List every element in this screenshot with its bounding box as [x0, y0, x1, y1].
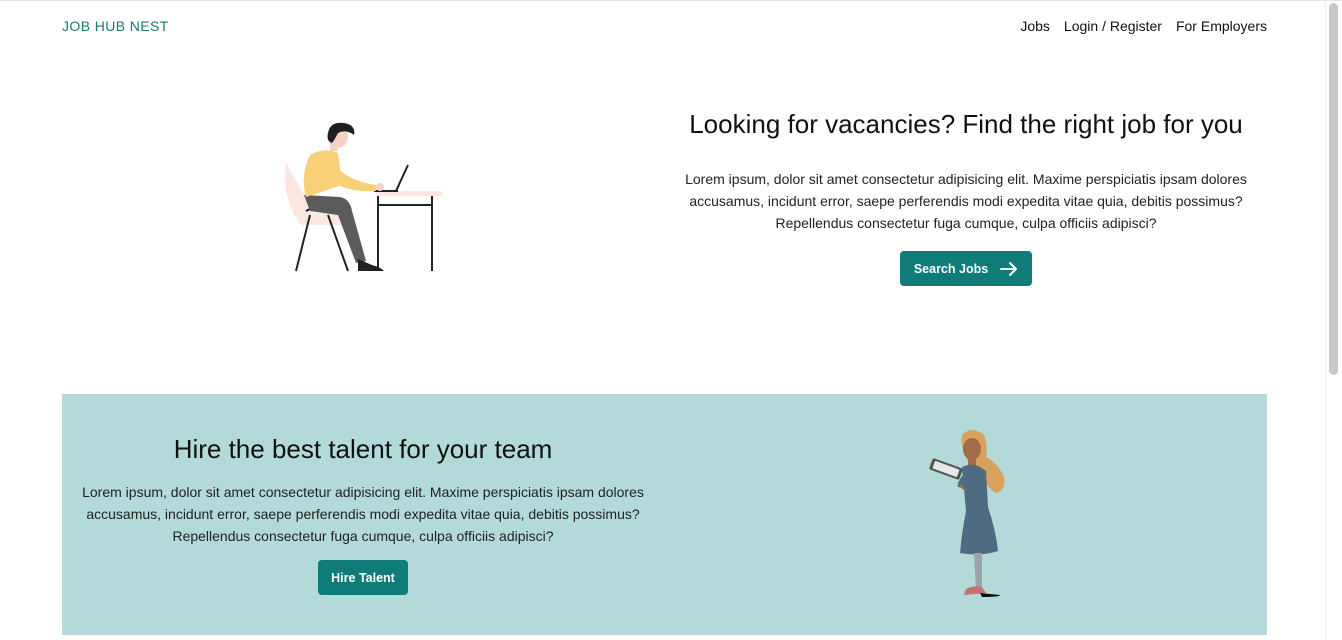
- nav-jobs[interactable]: Jobs: [1020, 18, 1050, 34]
- hire-description: Lorem ipsum, dolor sit amet consectetur …: [82, 484, 644, 544]
- scrollbar-thumb[interactable]: [1329, 3, 1338, 375]
- hire-talent-label: Hire Talent: [331, 570, 395, 585]
- main-nav: Jobs Login / Register For Employers: [1020, 18, 1267, 34]
- brand-logo[interactable]: JOB HUB NEST: [62, 18, 169, 34]
- hire-talent-button[interactable]: Hire Talent: [318, 560, 408, 595]
- arrow-right-icon: [1000, 261, 1018, 276]
- nav-for-employers[interactable]: For Employers: [1176, 18, 1267, 34]
- person-at-laptop-illustration: [285, 122, 442, 272]
- search-jobs-label: Search Jobs: [913, 261, 989, 276]
- hero-title: Looking for vacancies? Find the right jo…: [689, 109, 1243, 139]
- hero-description: Lorem ipsum, dolor sit amet consectetur …: [685, 171, 1247, 231]
- nav-login-register[interactable]: Login / Register: [1064, 18, 1162, 34]
- hero-section: Looking for vacancies? Find the right jo…: [660, 109, 1272, 234]
- search-jobs-button[interactable]: Search Jobs: [900, 251, 1032, 286]
- hire-talent-section: Hire the best talent for your team Lorem…: [62, 394, 1267, 635]
- woman-with-tablet-illustration: [929, 430, 1005, 597]
- hire-title: Hire the best talent for your team: [173, 434, 553, 464]
- page-scrollbar[interactable]: [1325, 1, 1342, 640]
- hire-text-block: Hire the best talent for your team Lorem…: [70, 434, 656, 547]
